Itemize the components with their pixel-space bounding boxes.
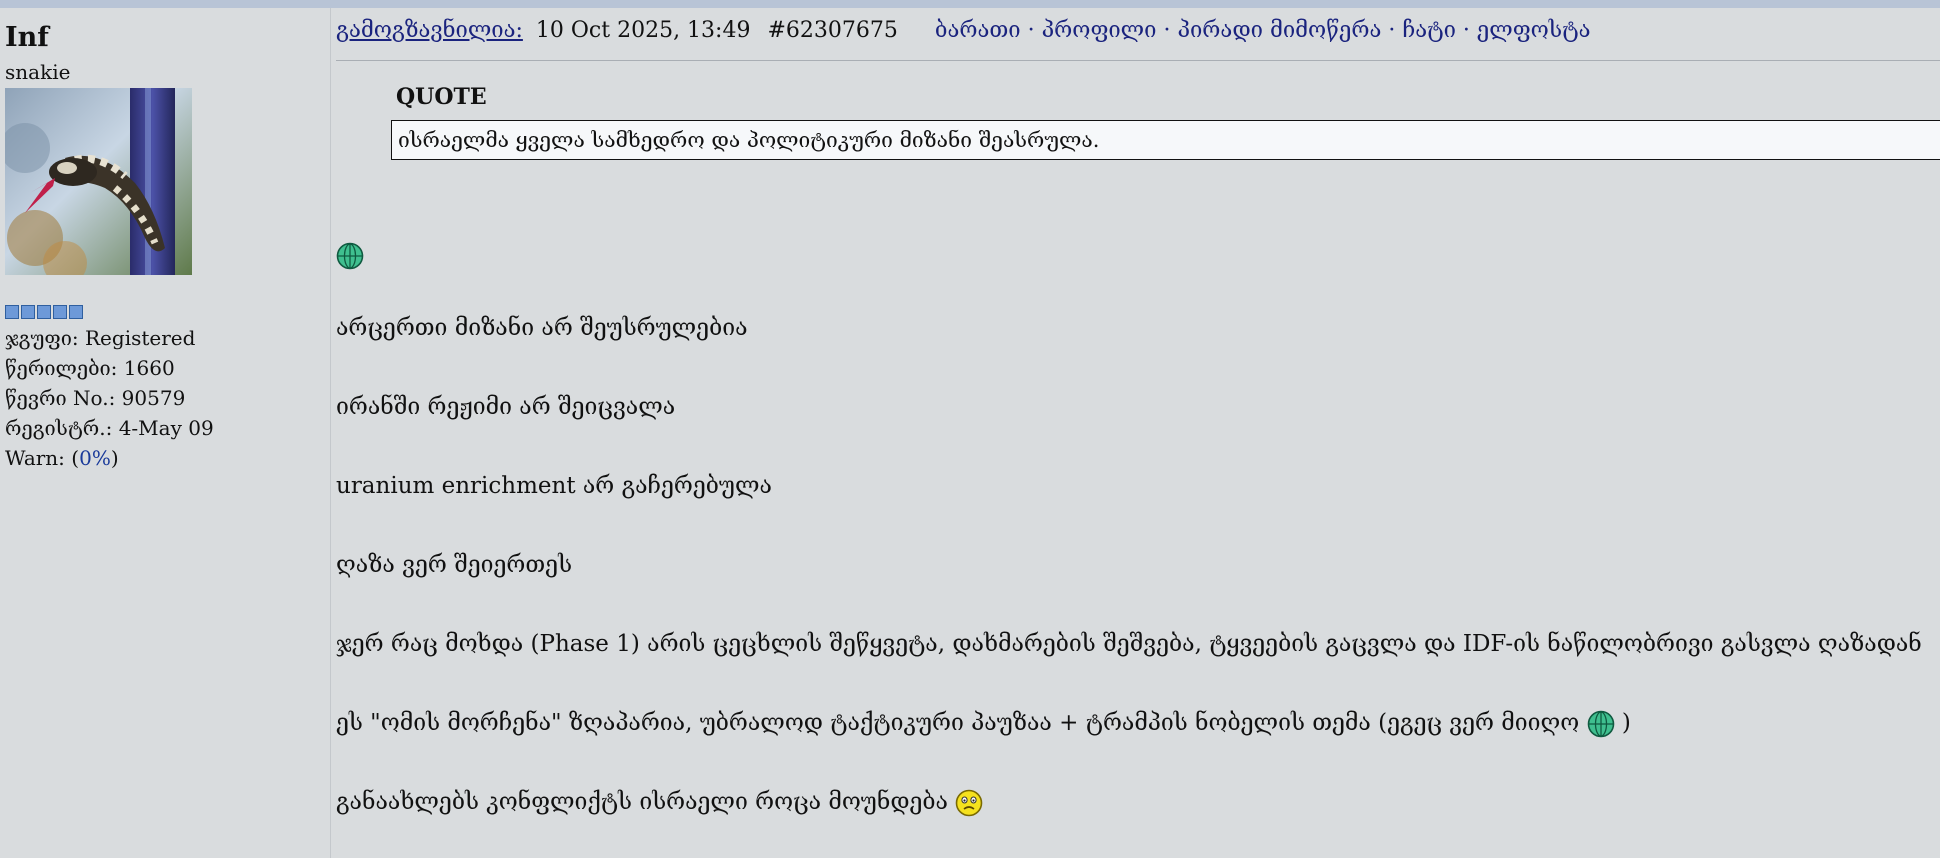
nav-private-message-link[interactable]: პირადი მიმოწერა	[1177, 18, 1381, 43]
nav-profile-link[interactable]: პროფილი	[1042, 18, 1157, 43]
stat-value: 90579	[121, 386, 186, 410]
warn-level-link[interactable]: 0%	[79, 443, 111, 473]
rank-pip	[69, 305, 83, 319]
nav-email-link[interactable]: ელფოსტა	[1477, 18, 1591, 43]
globe-smiley-icon	[1587, 710, 1614, 738]
post-line: არცერთი მიზანი არ შეუსრულებია	[336, 315, 748, 341]
post-line: ღაზა ვერ შეიერთეს	[336, 552, 573, 578]
stat-value: 1660	[123, 356, 175, 380]
stat-label: წერილები:	[5, 356, 124, 380]
post-line-close-paren: )	[1621, 710, 1631, 736]
quote-label: QUOTE	[396, 84, 487, 110]
post-nav: ბარათი · პროფილი · პირადი მიმოწერა · ჩატ…	[935, 18, 1591, 43]
stat-posts: წერილები: 1660	[5, 353, 214, 383]
user-avatar[interactable]	[5, 88, 192, 275]
nav-card-link[interactable]: ბარათი	[935, 18, 1021, 43]
rank-pip	[21, 305, 35, 319]
rank-pips	[5, 305, 83, 319]
nav-separator: ·	[1163, 18, 1171, 43]
quote-box: ისრაელმა ყველა სამხედრო და პოლიტიკური მი…	[391, 120, 1940, 160]
user-info-panel: Inf snakie ჯგუფი: Registered წერილები: 1…	[0, 8, 331, 858]
user-stats: ჯგუფი: Registered წერილები: 1660 წევრი N…	[5, 323, 214, 473]
stat-label: ჯგუფი:	[5, 326, 85, 350]
rank-pip	[37, 305, 51, 319]
worried-smiley-icon	[955, 789, 983, 817]
post-date: 10 Oct 2025, 13:49	[535, 18, 751, 43]
warn-label: Warn: (	[5, 446, 80, 470]
user-title: snakie	[5, 60, 71, 84]
stat-label: წევრი No.:	[5, 386, 122, 410]
nav-separator: ·	[1027, 18, 1035, 43]
stat-value: Registered	[85, 326, 196, 350]
posted-link[interactable]: გამოგზავნილია:	[336, 18, 523, 43]
post-header: გამოგზავნილია: 10 Oct 2025, 13:49 #62307…	[336, 18, 1940, 61]
globe-smiley-icon	[336, 242, 364, 270]
stat-value: 4-May 09	[118, 416, 214, 440]
stat-warn: Warn: (0%)	[5, 443, 214, 473]
post-line-with-smiley: განაახლებს კონფლიქტს ისრაელი როცა მოუნდე…	[336, 789, 983, 817]
rank-pip	[5, 305, 19, 319]
post-line-text: განაახლებს კონფლიქტს ისრაელი როცა მოუნდე…	[336, 789, 948, 815]
rank-pip	[53, 305, 67, 319]
post-id: #62307675	[767, 18, 898, 43]
post-line: ჯერ რაც მოხდა (Phase 1) არის ცეცხლის შეწ…	[336, 631, 1922, 657]
post-line: ირანში რეჟიმი არ შეიცვალა	[336, 394, 676, 420]
nav-separator: ·	[1462, 18, 1470, 43]
post-line: uranium enrichment არ გაჩერებულა	[336, 473, 772, 499]
nav-chat-link[interactable]: ჩატი	[1402, 18, 1456, 43]
stat-label: რეგისტრ.:	[5, 416, 119, 440]
top-bar	[0, 0, 1940, 8]
warn-close: )	[110, 446, 119, 470]
stat-group: ჯგუფი: Registered	[5, 323, 214, 353]
post-line-with-smiley: ეს "ომის მორჩენა" ზღაპარია, უბრალოდ ტაქტ…	[336, 710, 1631, 738]
username-link[interactable]: Inf	[5, 22, 49, 53]
post-line-text: ეს "ომის მორჩენა" ზღაპარია, უბრალოდ ტაქტ…	[336, 710, 1580, 736]
stat-registered: რეგისტრ.: 4-May 09	[5, 413, 214, 443]
avatar-snake-image	[5, 88, 192, 275]
nav-separator: ·	[1388, 18, 1396, 43]
stat-member-no: წევრი No.: 90579	[5, 383, 214, 413]
